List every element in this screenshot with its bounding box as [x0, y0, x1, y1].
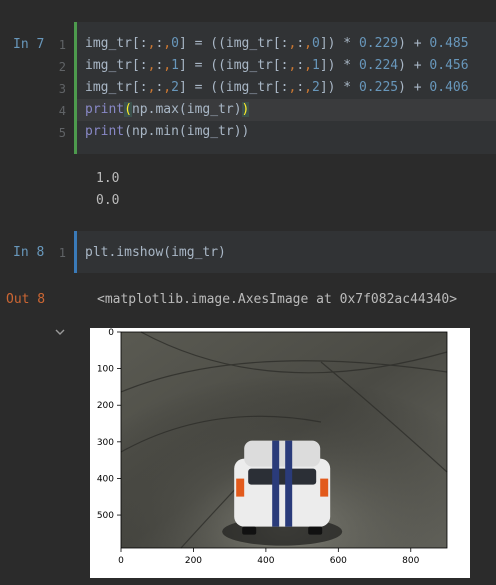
y-tick-label: 300 [97, 438, 114, 448]
code-token: np.max(img_tr) [131, 102, 242, 117]
code-token: : [296, 80, 305, 95]
car-part [236, 478, 245, 497]
photo [120, 331, 448, 549]
car-part [242, 526, 257, 535]
code-token: ] = ((img_tr[: [178, 58, 289, 73]
code-token: 0.406 [429, 80, 469, 95]
code-line[interactable]: plt.imshow(img_tr) [77, 242, 496, 264]
code-editor-cell-8[interactable]: plt.imshow(img_tr) [74, 231, 496, 273]
car-part [285, 440, 293, 527]
code-token: print [85, 124, 125, 139]
code-token: print [85, 102, 125, 117]
code-token: ) [241, 102, 250, 117]
code-token: 1 [171, 58, 179, 73]
code-line[interactable]: print(np.max(img_tr)) [77, 99, 496, 121]
code-line[interactable]: img_tr[:,:,2] = ((img_tr[:,:,2]) * 0.225… [77, 77, 496, 99]
x-tick-label: 400 [257, 556, 274, 566]
code-token: , [163, 80, 172, 95]
code-token: 0 [171, 36, 179, 51]
code-token: 0.456 [429, 58, 469, 73]
line-number: 2 [58, 60, 66, 74]
car-part [272, 440, 280, 527]
code-token: ) + [398, 36, 430, 51]
code-token: 0 [312, 36, 320, 51]
code-token: ]) * [319, 80, 359, 95]
code-editor-cell-7[interactable]: img_tr[:,:,0] = ((img_tr[:,:,0]) * 0.229… [74, 22, 496, 154]
line-number: 4 [58, 104, 66, 118]
code-token: (np.min(img_tr)) [124, 124, 250, 139]
code-token: 2 [171, 80, 179, 95]
code-token: 0.225 [358, 80, 399, 95]
code-line[interactable]: img_tr[:,:,1] = ((img_tr[:,:,1]) * 0.224… [77, 55, 496, 77]
plot-svg: 0 200 400 600 800 0 100 200 300 400 500 [97, 328, 448, 566]
x-axis: 0 200 400 600 800 [118, 548, 420, 566]
code-token: ]) * [319, 58, 359, 73]
code-token: 1 [312, 58, 320, 73]
x-tick-label: 600 [330, 556, 347, 566]
code-token: img_tr[: [85, 36, 148, 51]
code-token: , [163, 58, 172, 73]
car-part [244, 440, 321, 467]
code-token: img_tr[: [85, 58, 148, 73]
y-axis: 0 100 200 300 400 500 [97, 328, 121, 521]
car-part [308, 526, 323, 535]
code-token: ]) * [319, 36, 359, 51]
code-token: ( [124, 102, 132, 117]
code-token: ] = ((img_tr[: [178, 80, 289, 95]
code-token: : [296, 58, 305, 73]
output-line: 1.0 [96, 171, 120, 186]
x-tick-label: 0 [118, 556, 124, 566]
line-number: 1 [58, 38, 66, 52]
x-tick-label: 200 [185, 556, 202, 566]
code-token: plt.imshow(img_tr) [85, 245, 226, 260]
y-tick-label: 0 [108, 328, 114, 338]
code-token: 0.229 [358, 36, 399, 51]
cell-8-out-prompt: Out 8 [6, 292, 46, 307]
code-token: : [296, 36, 305, 51]
y-tick-label: 500 [97, 511, 114, 521]
y-tick-label: 100 [97, 365, 114, 375]
car-part [320, 478, 329, 497]
code-line[interactable]: print(np.min(img_tr)) [77, 121, 496, 143]
output-line: 0.0 [96, 193, 120, 208]
car-part [248, 468, 317, 485]
code-token: ] = ((img_tr[: [178, 36, 289, 51]
line-number: 5 [58, 126, 66, 140]
code-token: ) + [398, 80, 430, 95]
code-token: 0.224 [358, 58, 399, 73]
code-token: , [304, 80, 312, 95]
code-token: img_tr[: [85, 80, 148, 95]
code-token: 2 [312, 80, 320, 95]
line-number: 3 [58, 82, 66, 96]
code-token: ) + [398, 58, 430, 73]
code-line[interactable]: img_tr[:,:,0] = ((img_tr[:,:,0]) * 0.229… [77, 33, 496, 55]
line-number: 1 [58, 246, 66, 260]
x-tick-label: 800 [402, 556, 419, 566]
cell-8-prompt: In 8 [13, 245, 45, 260]
code-token: 0.485 [429, 36, 469, 51]
y-tick-label: 200 [97, 401, 114, 411]
output-repr: <matplotlib.image.AxesImage at 0x7f082ac… [97, 292, 458, 307]
code-token: , [163, 36, 172, 51]
chevron-down-icon[interactable] [54, 326, 66, 340]
code-token: , [304, 36, 312, 51]
code-token: , [304, 58, 312, 73]
y-tick-label: 400 [97, 474, 114, 484]
cell-7-prompt: In 7 [13, 37, 45, 52]
image-plot: 0 200 400 600 800 0 100 200 300 400 500 [90, 328, 470, 578]
